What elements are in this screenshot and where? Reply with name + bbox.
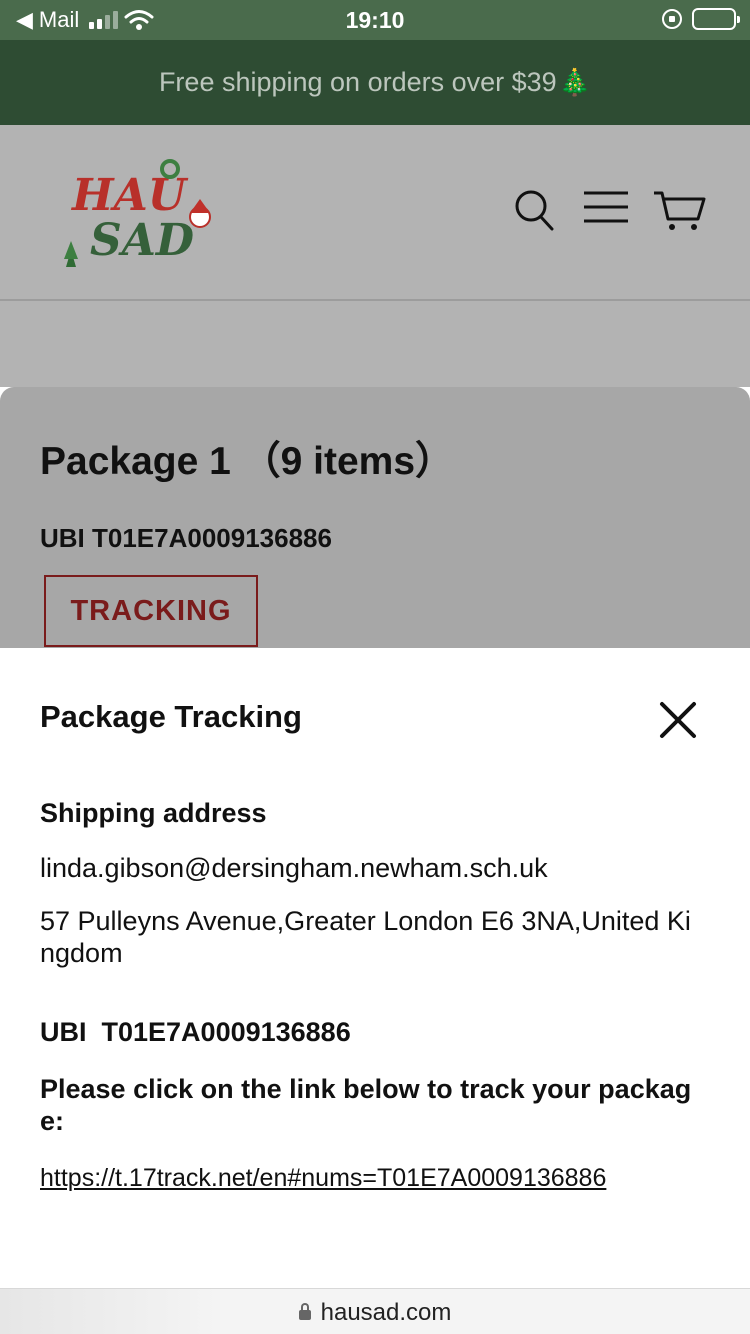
url-text: hausad.com bbox=[320, 1299, 452, 1326]
tracking-link[interactable]: https://t.17track.net/en#nums=T01E7A0009… bbox=[40, 1164, 606, 1193]
sheet-title: Package Tracking bbox=[40, 699, 302, 734]
clock: 19:10 bbox=[345, 7, 405, 33]
tracking-button[interactable]: TRACKING bbox=[44, 575, 258, 647]
tracking-instruction: Please click on the link below to track … bbox=[40, 1074, 692, 1136]
logo[interactable]: HAU SAD bbox=[62, 155, 222, 270]
announcement-bar: Free shipping on orders over $39 🎄 bbox=[0, 40, 750, 125]
menu-icon[interactable] bbox=[582, 189, 630, 225]
page-background bbox=[0, 301, 750, 387]
search-icon[interactable] bbox=[514, 189, 554, 231]
announcement-text: Free shipping on orders over $39 bbox=[158, 67, 557, 97]
tracking-sheet: Package Tracking Shipping address linda.… bbox=[0, 648, 750, 1288]
lock-icon bbox=[298, 1303, 311, 1320]
battery-icon bbox=[692, 8, 740, 30]
orientation-lock-icon bbox=[662, 9, 682, 29]
shipping-email: linda.gibson@dersingham.newham.sch.uk bbox=[40, 853, 548, 883]
shipping-address: 57 Pulleyns Avenue,Greater London E6 3NA… bbox=[40, 906, 691, 968]
package-ubi: UBI T01E7A0009136886 bbox=[40, 523, 332, 553]
logo-line2: SAD bbox=[90, 215, 194, 266]
package-title: Package 1 （9 items） bbox=[40, 440, 455, 483]
status-bar: ◀ Mail 19:10 bbox=[0, 0, 750, 40]
site-header: HAU SAD bbox=[0, 125, 750, 301]
shipping-address-heading: Shipping address bbox=[40, 798, 267, 828]
cart-icon[interactable] bbox=[652, 189, 706, 231]
package-card: Package 1 （9 items） UBI T01E7A0009136886… bbox=[0, 387, 750, 648]
christmas-tree-icon: 🎄 bbox=[558, 67, 592, 97]
close-icon bbox=[660, 702, 696, 738]
close-button[interactable] bbox=[656, 698, 700, 742]
tracking-ubi: UBI T01E7A0009136886 bbox=[40, 1017, 351, 1047]
browser-url-bar[interactable]: hausad.com bbox=[0, 1288, 750, 1334]
